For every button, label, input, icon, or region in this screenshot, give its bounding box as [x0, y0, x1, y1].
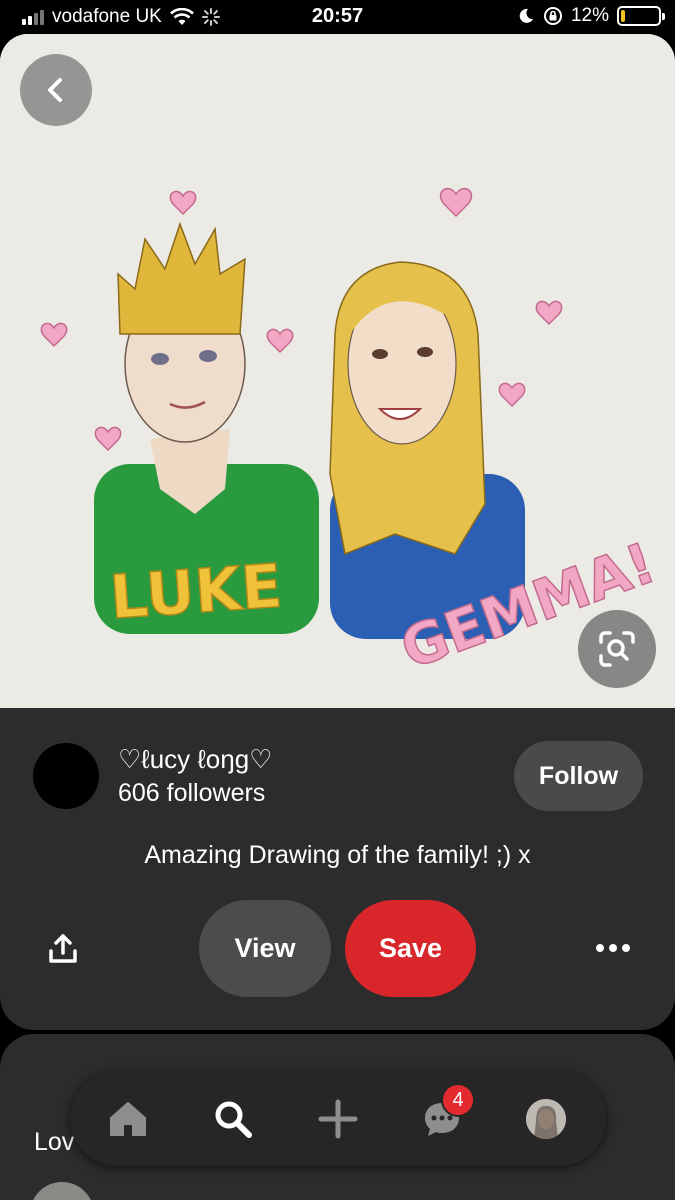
home-icon [110, 1101, 146, 1136]
status-bar: vodafone UK 20:57 12% [0, 0, 675, 34]
visual-search-button[interactable] [578, 610, 656, 688]
drawing-artwork: LUKE GEMMA! [0, 34, 675, 710]
battery-percent: 12% [570, 5, 609, 26]
save-button[interactable]: Save [345, 900, 476, 997]
orientation-lock-icon [543, 7, 562, 25]
author-name[interactable]: ♡ℓucy ℓoŋg♡ [118, 744, 273, 775]
pin-description: Amazing Drawing of the family! ;) x [144, 841, 531, 869]
pin-image[interactable]: LUKE GEMMA! [0, 34, 675, 710]
svg-text:LUKE: LUKE [108, 551, 285, 633]
pin-detail-screen: vodafone UK 20:57 12% LUKE GEMMA! ♡ℓucy … [0, 0, 675, 1200]
back-button[interactable] [20, 54, 92, 126]
nav-search[interactable] [198, 1071, 268, 1166]
profile-avatar [526, 1098, 566, 1139]
share-icon [49, 934, 77, 963]
nav-create[interactable] [303, 1071, 373, 1166]
comments-card-text: Lov [34, 1128, 75, 1156]
battery-icon [617, 6, 665, 26]
follow-button[interactable]: Follow [514, 741, 643, 811]
lens-search-icon [599, 631, 635, 667]
moon-icon [519, 8, 533, 23]
chevron-left-icon [48, 78, 62, 102]
view-button[interactable]: View [199, 900, 331, 997]
more-options-button[interactable] [588, 926, 638, 970]
messages-badge: 4 [441, 1083, 475, 1117]
author-followers: 606 followers [118, 779, 266, 807]
nav-profile[interactable] [511, 1071, 581, 1166]
nav-home[interactable] [93, 1071, 163, 1166]
plus-icon [318, 1099, 358, 1138]
status-right: 12% [517, 5, 665, 27]
bottom-navigation [70, 1071, 606, 1166]
search-icon [215, 1101, 252, 1138]
author-avatar[interactable] [33, 743, 99, 809]
more-horizontal-icon [596, 944, 630, 952]
share-button[interactable] [38, 924, 88, 974]
